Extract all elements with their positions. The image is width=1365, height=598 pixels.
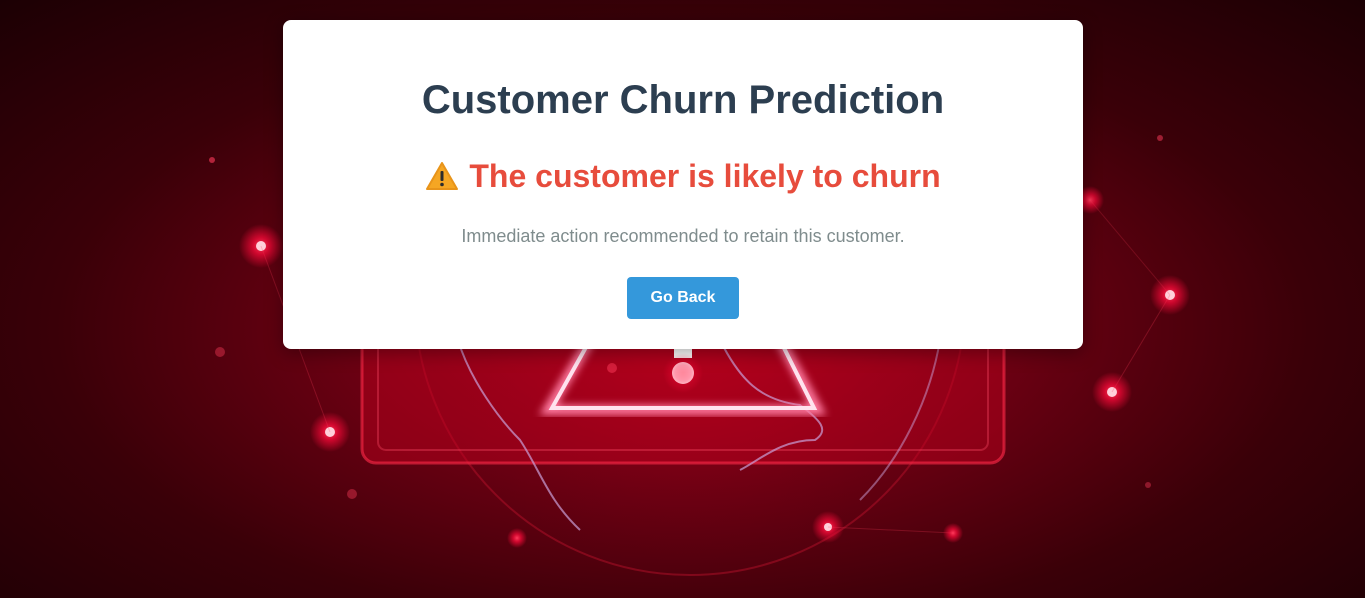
page-title: Customer Churn Prediction	[421, 78, 945, 122]
churn-result: The customer is likely to churn	[283, 156, 1083, 200]
go-back-button[interactable]: Go Back	[627, 277, 739, 319]
prediction-result-card: Customer Churn Prediction The customer i…	[283, 20, 1083, 349]
recommendation-text: Immediate action recommended to retain t…	[461, 226, 905, 246]
warning-icon	[425, 160, 459, 200]
churn-result-text: The customer is likely to churn	[469, 158, 941, 194]
